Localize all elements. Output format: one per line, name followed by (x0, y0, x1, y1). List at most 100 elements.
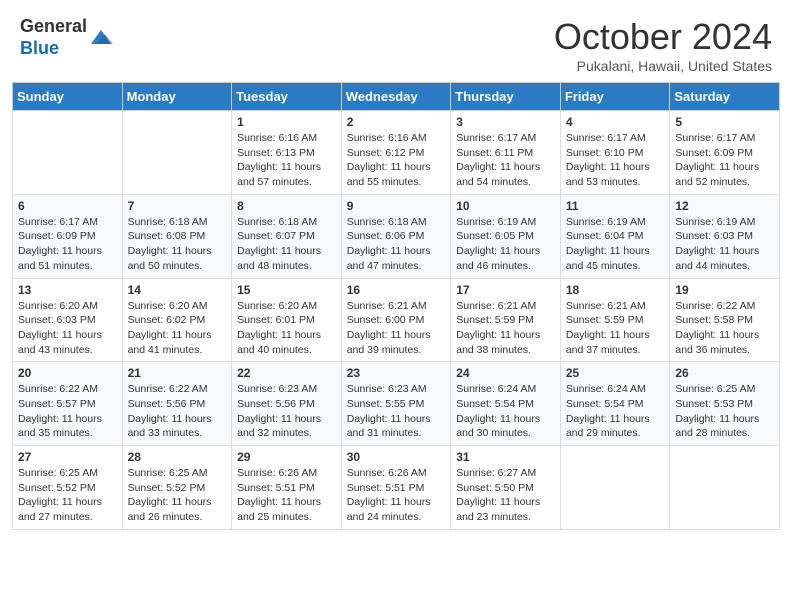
day-number: 28 (128, 450, 227, 464)
calendar-cell: 16Sunrise: 6:21 AM Sunset: 6:00 PM Dayli… (341, 278, 451, 362)
day-info: Sunrise: 6:25 AM Sunset: 5:52 PM Dayligh… (18, 466, 117, 525)
month-title: October 2024 (554, 16, 772, 58)
day-of-week-wednesday: Wednesday (341, 83, 451, 111)
day-info: Sunrise: 6:18 AM Sunset: 6:06 PM Dayligh… (347, 215, 446, 274)
calendar-cell: 14 Sunrise: 6:20 AM Sunset: 6:02 PM Dayli… (122, 278, 232, 362)
calendar-cell: 28 Sunrise: 6:25 AM Sunset: 5:52 PM Dayli… (122, 446, 232, 530)
title-block: October 2024 Pukalani, Hawaii, United St… (554, 16, 772, 74)
day-number: 2 (347, 115, 446, 129)
day-number: 3 (456, 115, 555, 129)
week-row-3: 13 Sunrise: 6:20 AM Sunset: 6:03 PM Dayli… (13, 278, 780, 362)
calendar-cell: 13 Sunrise: 6:20 AM Sunset: 6:03 PM Dayli… (13, 278, 123, 362)
day-number: 11 (566, 199, 665, 213)
calendar-cell: 20 Sunrise: 6:22 AM Sunset: 5:57 PM Dayli… (13, 362, 123, 446)
calendar-cell (122, 111, 232, 195)
day-info: Sunrise: 6:19 AM Sunset: 6:05 PM Dayligh… (456, 215, 555, 274)
week-row-2: 6Sunrise: 6:17 AM Sunset: 6:09 PM Daylig… (13, 194, 780, 278)
day-number: 18 (566, 283, 665, 297)
day-number: 10 (456, 199, 555, 213)
day-info: Sunrise: 6:21 AM Sunset: 5:59 PM Dayligh… (566, 299, 665, 358)
day-of-week-tuesday: Tuesday (232, 83, 342, 111)
day-number: 15 (237, 283, 336, 297)
day-number: 25 (566, 366, 665, 380)
calendar-cell: 9 Sunrise: 6:18 AM Sunset: 6:06 PM Daylig… (341, 194, 451, 278)
day-number: 4 (566, 115, 665, 129)
calendar-cell: 15 Sunrise: 6:20 AM Sunset: 6:01 PM Dayli… (232, 278, 342, 362)
day-number: 26 (675, 366, 774, 380)
day-info: Sunrise: 6:22 AM Sunset: 5:57 PM Dayligh… (18, 382, 117, 441)
day-info: Sunrise: 6:21 AM Sunset: 6:00 PM Dayligh… (347, 299, 446, 358)
calendar-cell: 3Sunrise: 6:17 AM Sunset: 6:11 PM Daylig… (451, 111, 561, 195)
day-info: Sunrise: 6:17 AM Sunset: 6:10 PM Dayligh… (566, 131, 665, 190)
day-info: Sunrise: 6:16 AM Sunset: 6:12 PM Dayligh… (347, 131, 446, 190)
week-row-1: 1 Sunrise: 6:16 AM Sunset: 6:13 PM Daylig… (13, 111, 780, 195)
calendar-cell: 26Sunrise: 6:25 AM Sunset: 5:53 PM Dayli… (670, 362, 780, 446)
calendar-cell: 31 Sunrise: 6:27 AM Sunset: 5:50 PM Dayli… (451, 446, 561, 530)
day-number: 20 (18, 366, 117, 380)
day-number: 7 (128, 199, 227, 213)
logo-icon (89, 26, 113, 50)
day-info: Sunrise: 6:27 AM Sunset: 5:50 PM Dayligh… (456, 466, 555, 525)
day-info: Sunrise: 6:20 AM Sunset: 6:03 PM Dayligh… (18, 299, 117, 358)
calendar-cell: 22 Sunrise: 6:23 AM Sunset: 5:56 PM Dayli… (232, 362, 342, 446)
day-info: Sunrise: 6:17 AM Sunset: 6:09 PM Dayligh… (18, 215, 117, 274)
day-number: 22 (237, 366, 336, 380)
day-info: Sunrise: 6:22 AM Sunset: 5:58 PM Dayligh… (675, 299, 774, 358)
calendar-table: SundayMondayTuesdayWednesdayThursdayFrid… (12, 82, 780, 530)
day-info: Sunrise: 6:23 AM Sunset: 5:55 PM Dayligh… (347, 382, 446, 441)
day-number: 13 (18, 283, 117, 297)
day-of-week-friday: Friday (560, 83, 670, 111)
calendar-cell: 24Sunrise: 6:24 AM Sunset: 5:54 PM Dayli… (451, 362, 561, 446)
day-number: 17 (456, 283, 555, 297)
calendar-cell: 18 Sunrise: 6:21 AM Sunset: 5:59 PM Dayli… (560, 278, 670, 362)
day-number: 12 (675, 199, 774, 213)
day-info: Sunrise: 6:20 AM Sunset: 6:01 PM Dayligh… (237, 299, 336, 358)
calendar-cell: 1 Sunrise: 6:16 AM Sunset: 6:13 PM Daylig… (232, 111, 342, 195)
day-number: 27 (18, 450, 117, 464)
calendar-cell: 21 Sunrise: 6:22 AM Sunset: 5:56 PM Dayli… (122, 362, 232, 446)
day-info: Sunrise: 6:19 AM Sunset: 6:03 PM Dayligh… (675, 215, 774, 274)
calendar-cell (13, 111, 123, 195)
calendar-cell: 12 Sunrise: 6:19 AM Sunset: 6:03 PM Dayli… (670, 194, 780, 278)
day-info: Sunrise: 6:22 AM Sunset: 5:56 PM Dayligh… (128, 382, 227, 441)
day-number: 14 (128, 283, 227, 297)
calendar-cell (670, 446, 780, 530)
day-info: Sunrise: 6:26 AM Sunset: 5:51 PM Dayligh… (237, 466, 336, 525)
calendar-cell: 8Sunrise: 6:18 AM Sunset: 6:07 PM Daylig… (232, 194, 342, 278)
day-of-week-thursday: Thursday (451, 83, 561, 111)
day-number: 8 (237, 199, 336, 213)
day-info: Sunrise: 6:18 AM Sunset: 6:08 PM Dayligh… (128, 215, 227, 274)
day-number: 31 (456, 450, 555, 464)
calendar-cell: 4 Sunrise: 6:17 AM Sunset: 6:10 PM Daylig… (560, 111, 670, 195)
day-info: Sunrise: 6:23 AM Sunset: 5:56 PM Dayligh… (237, 382, 336, 441)
day-number: 1 (237, 115, 336, 129)
day-number: 21 (128, 366, 227, 380)
day-info: Sunrise: 6:16 AM Sunset: 6:13 PM Dayligh… (237, 131, 336, 190)
day-info: Sunrise: 6:19 AM Sunset: 6:04 PM Dayligh… (566, 215, 665, 274)
calendar-cell: 10 Sunrise: 6:19 AM Sunset: 6:05 PM Dayli… (451, 194, 561, 278)
day-number: 9 (347, 199, 446, 213)
logo-general-text: General Blue (20, 16, 87, 59)
calendar-cell: 11 Sunrise: 6:19 AM Sunset: 6:04 PM Dayli… (560, 194, 670, 278)
calendar-cell: 27 Sunrise: 6:25 AM Sunset: 5:52 PM Dayli… (13, 446, 123, 530)
calendar-cell: 29 Sunrise: 6:26 AM Sunset: 5:51 PM Dayli… (232, 446, 342, 530)
page-header: General Blue October 2024 Pukalani, Hawa… (0, 0, 792, 82)
day-number: 29 (237, 450, 336, 464)
logo: General Blue (20, 16, 113, 59)
day-info: Sunrise: 6:21 AM Sunset: 5:59 PM Dayligh… (456, 299, 555, 358)
calendar-body: 1 Sunrise: 6:16 AM Sunset: 6:13 PM Daylig… (13, 111, 780, 530)
day-of-week-saturday: Saturday (670, 83, 780, 111)
day-number: 19 (675, 283, 774, 297)
calendar-cell: 19 Sunrise: 6:22 AM Sunset: 5:58 PM Dayli… (670, 278, 780, 362)
day-info: Sunrise: 6:20 AM Sunset: 6:02 PM Dayligh… (128, 299, 227, 358)
calendar-cell: 7 Sunrise: 6:18 AM Sunset: 6:08 PM Daylig… (122, 194, 232, 278)
calendar-header: SundayMondayTuesdayWednesdayThursdayFrid… (13, 83, 780, 111)
week-row-4: 20 Sunrise: 6:22 AM Sunset: 5:57 PM Dayli… (13, 362, 780, 446)
week-row-5: 27 Sunrise: 6:25 AM Sunset: 5:52 PM Dayli… (13, 446, 780, 530)
day-info: Sunrise: 6:25 AM Sunset: 5:52 PM Dayligh… (128, 466, 227, 525)
day-info: Sunrise: 6:26 AM Sunset: 5:51 PM Dayligh… (347, 466, 446, 525)
location-subtitle: Pukalani, Hawaii, United States (554, 58, 772, 74)
calendar-cell: 23Sunrise: 6:23 AM Sunset: 5:55 PM Dayli… (341, 362, 451, 446)
calendar-container: SundayMondayTuesdayWednesdayThursdayFrid… (0, 82, 792, 542)
day-info: Sunrise: 6:24 AM Sunset: 5:54 PM Dayligh… (566, 382, 665, 441)
